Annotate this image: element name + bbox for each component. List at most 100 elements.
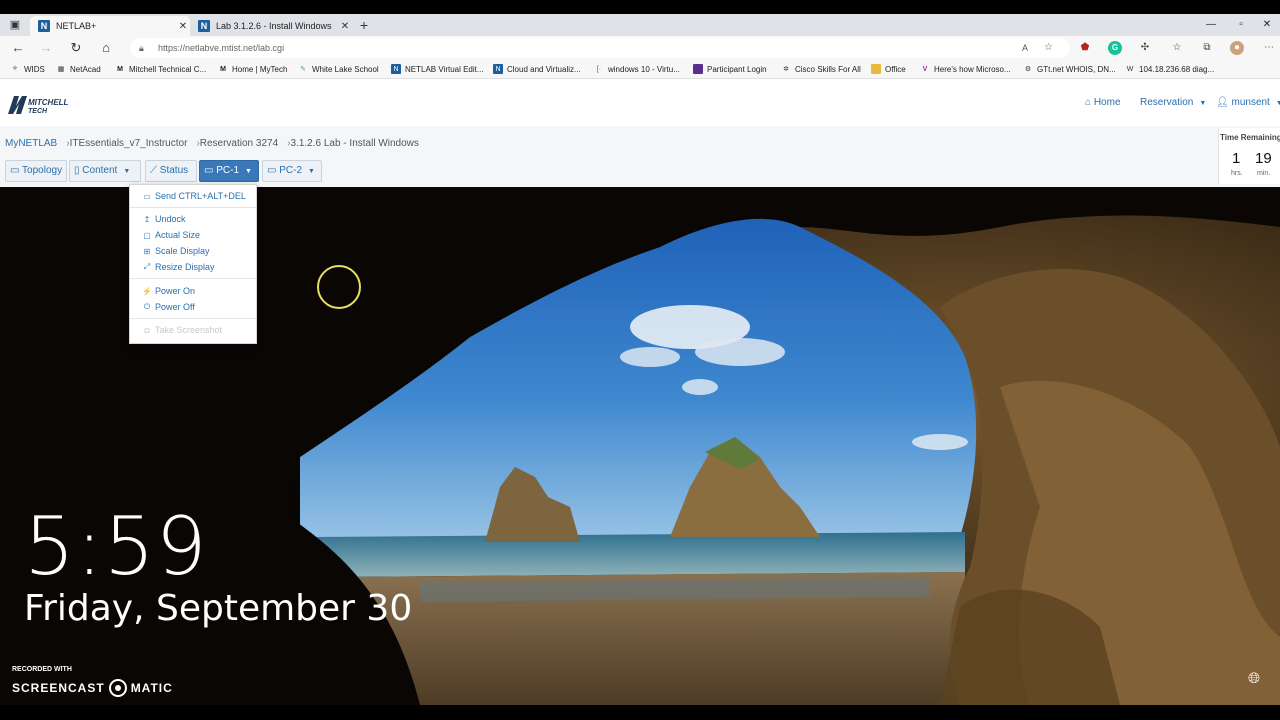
bookmark-cisco-skills[interactable]: ✲ Cisco Skills For All xyxy=(781,60,861,78)
close-icon[interactable]: ✕ xyxy=(176,21,190,32)
watermark-text: SCREENCAST xyxy=(12,681,105,695)
square-icon: ▢ xyxy=(143,230,151,240)
caret-down-icon: ▼ xyxy=(245,168,252,175)
window-close-icon[interactable]: ✕ xyxy=(1252,14,1280,36)
caret-down-icon: ▼ xyxy=(1275,100,1280,107)
menu-actual-size[interactable]: ▢ Actual Size xyxy=(142,228,200,242)
bookmark-netacad[interactable]: ▦ NetAcad xyxy=(56,60,101,78)
bookmark-ip-diag[interactable]: W 104.18.236.68 diag... xyxy=(1125,60,1215,78)
user-label: munsent xyxy=(1231,97,1270,108)
read-aloud-icon[interactable]: A xyxy=(1022,38,1028,58)
refresh-icon[interactable]: ↻ xyxy=(68,40,84,56)
resize-arrows-icon: ⤢ xyxy=(143,262,151,271)
bookmark-label: Mitchell Technical C... xyxy=(129,64,207,74)
bookmark-white-lake[interactable]: ✎ White Lake School xyxy=(298,60,379,78)
language-globe-icon[interactable]: 🌐︎ xyxy=(1245,670,1263,688)
menu-take-screenshot: ◘ Take Screenshot xyxy=(142,323,222,337)
bookmark-label: White Lake School xyxy=(312,64,379,74)
bookmark-netlab-ve[interactable]: N NETLAB Virtual Edit... xyxy=(391,60,484,78)
breadcrumb-mynetlab[interactable]: MyNETLAB xyxy=(5,138,57,149)
ublock-shield-icon[interactable]: ⬟ xyxy=(1078,41,1092,55)
menu-divider xyxy=(130,207,256,208)
tab-lab[interactable]: N Lab 3.1.2.6 - Install Windows ✕ xyxy=(190,16,352,36)
status-button[interactable]: ⟋ Status xyxy=(145,160,197,182)
close-icon[interactable]: ✕ xyxy=(338,21,352,32)
breadcrumb-lab: 3.1.2.6 Lab - Install Windows xyxy=(290,138,419,149)
bookmark-microsoft[interactable]: V Here's how Microso... xyxy=(920,60,1011,78)
menu-undock[interactable]: ↥ Undock xyxy=(142,212,186,226)
menu-label: Power Off xyxy=(155,302,195,312)
bookmark-label: NETLAB Virtual Edit... xyxy=(405,64,484,74)
url-field[interactable]: 🔒︎ https://netlabve.mtist.net/lab.cgi A … xyxy=(130,38,1070,58)
bookmark-label: 104.18.236.68 diag... xyxy=(1139,64,1215,74)
profile-avatar[interactable]: ● xyxy=(1230,41,1244,55)
pc1-button[interactable]: ▭ PC-1 ▼ xyxy=(199,160,259,182)
minutes-unit: min. xyxy=(1257,170,1271,177)
user-menu[interactable]: 👤︎ munsent ▼ xyxy=(1216,79,1280,126)
bookmark-label: Home | MyTech xyxy=(232,64,288,74)
collections-icon[interactable]: ⧉ xyxy=(1200,41,1214,55)
recorded-with-label: RECORDED WITH xyxy=(12,666,72,673)
content-label: Content xyxy=(82,165,118,176)
bookmark-label: Cisco Skills For All xyxy=(795,64,861,74)
breadcrumb-course[interactable]: ITEssentials_v7_Instructor xyxy=(70,138,188,149)
bookmark-label: WIDS xyxy=(24,64,45,74)
caret-down-icon: ▼ xyxy=(123,168,131,175)
grammarly-icon[interactable]: G xyxy=(1108,41,1122,55)
user-icon: 👤︎ xyxy=(1216,97,1232,108)
screencast-matic-logo: SCREENCAST MATIC xyxy=(12,679,173,697)
record-dot-icon xyxy=(108,679,127,697)
tab-netlab[interactable]: N NETLAB+ ✕ xyxy=(30,16,190,36)
watermark-text: MATIC xyxy=(130,681,173,695)
netlab-icon: N xyxy=(391,64,401,74)
minimize-icon[interactable]: — xyxy=(1196,14,1226,36)
top-strip xyxy=(0,0,1280,14)
menu-resize-display[interactable]: ⤢ Resize Display xyxy=(142,260,215,274)
topology-icon: ▭ xyxy=(10,165,23,176)
power-icon: ⏻ xyxy=(143,302,151,311)
time-remaining-label: Time Remaining xyxy=(1220,133,1280,142)
logo-text-line2: TECH xyxy=(28,108,48,115)
menu-power-on[interactable]: ⚡ Power On xyxy=(142,284,195,298)
netlab-favicon-icon: N xyxy=(198,20,210,32)
tab-actions-icon[interactable]: ▣ xyxy=(8,18,22,32)
home-icon[interactable]: ⌂ xyxy=(98,40,114,56)
back-arrow-icon[interactable]: ← xyxy=(10,40,26,56)
camera-icon: ◘ xyxy=(144,325,150,335)
pc1-dropdown-menu: ▭ Send CTRL+ALT+DEL ↥ Undock ▢ Actual Size … xyxy=(129,184,257,344)
reservation-menu[interactable]: Reservation ▼ xyxy=(1140,79,1206,126)
favorite-star-icon[interactable]: ☆ xyxy=(1044,38,1053,58)
docs-icon: [· xyxy=(596,65,602,73)
bookmark-label: NetAcad xyxy=(70,64,101,74)
pc1-label: PC-1 xyxy=(216,165,240,176)
menu-send-ctrl-alt-del[interactable]: ▭ Send CTRL+ALT+DEL xyxy=(142,189,246,203)
extensions-puzzle-icon[interactable]: ✣ xyxy=(1138,41,1152,55)
bookmark-windows10[interactable]: [· windows 10 - Virtu... xyxy=(594,60,680,78)
bookmark-office[interactable]: Office xyxy=(871,60,906,78)
minutes-value: 19 xyxy=(1255,150,1272,167)
favorites-icon[interactable]: ☆ xyxy=(1170,41,1184,55)
browser-tab-bar: ▣ N NETLAB+ ✕ N Lab 3.1.2.6 - Install Wi… xyxy=(0,14,1280,36)
mitchell-tech-logo[interactable]: MITCHELL TECH xyxy=(8,94,72,115)
bookmark-label: Cloud and Virtualiz... xyxy=(507,64,581,74)
menu-power-off[interactable]: ⏻ Power Off xyxy=(142,300,195,314)
bookmark-mytech[interactable]: M Home | MyTech xyxy=(218,60,287,78)
bookmark-gtt-whois[interactable]: ⚙ GTt.net WHOIS, DN... xyxy=(1023,60,1116,78)
home-link[interactable]: ⌂ Home xyxy=(1085,79,1121,126)
v-icon: V xyxy=(922,65,928,73)
bookmark-cloud[interactable]: N Cloud and Virtualiz... xyxy=(493,60,581,78)
forward-arrow-icon[interactable]: → xyxy=(38,40,54,56)
more-menu-icon[interactable]: ⋯ xyxy=(1262,41,1276,55)
undock-arrow-icon: ↥ xyxy=(143,214,151,224)
bookmark-wids[interactable]: ⟡ WIDS xyxy=(10,60,45,78)
bottom-strip xyxy=(0,705,1280,720)
content-button[interactable]: ▯ Content ▼ xyxy=(69,160,141,182)
bookmark-participant-login[interactable]: Participant Login xyxy=(693,60,767,78)
menu-scale-display[interactable]: ⊞ Scale Display xyxy=(142,244,210,258)
breadcrumb-reservation[interactable]: Reservation 3274 xyxy=(200,138,278,149)
plug-icon: ⚡ xyxy=(142,286,152,296)
new-tab-icon[interactable]: + xyxy=(356,16,372,34)
topology-button[interactable]: ▭ Topology xyxy=(5,160,67,182)
bookmark-mitchell[interactable]: M Mitchell Technical C... xyxy=(115,60,206,78)
pc2-button[interactable]: ▭ PC-2 ▼ xyxy=(262,160,322,182)
